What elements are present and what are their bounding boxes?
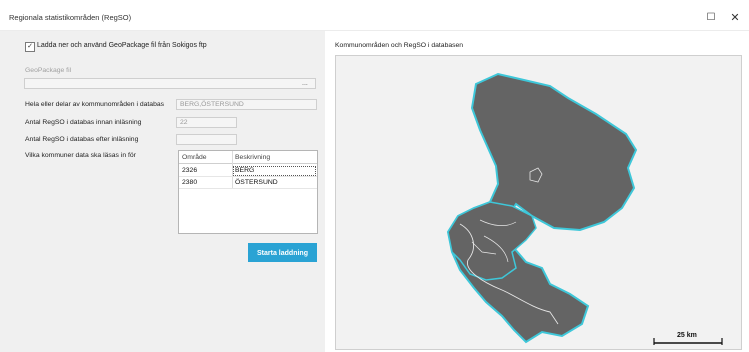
- grid-cell-kod[interactable]: 2326: [179, 165, 232, 177]
- map-title: Kommunområden och RegSO i databasen: [335, 42, 464, 49]
- start-loading-button[interactable]: Starta laddning: [248, 243, 317, 262]
- grid-cell-namn[interactable]: ÖSTERSUND: [232, 177, 317, 189]
- municipality-map: [446, 72, 723, 345]
- title-bar: Regionala statistikområden (RegSO) ☐ ✕: [0, 0, 749, 31]
- grid-cell-kod[interactable]: 2380: [179, 177, 232, 189]
- kommun-field: BERG,ÖSTERSUND: [176, 99, 317, 110]
- after-count-label: Antal RegSO i databas efter inläsning: [25, 136, 139, 143]
- geopackage-label: GeoPackage fil: [25, 67, 72, 74]
- grid-cell-namn[interactable]: BERG: [232, 165, 317, 177]
- ftp-checkbox-label[interactable]: Ladda ner och använd GeoPackage fil från…: [37, 42, 207, 49]
- maximize-icon[interactable]: ☐: [703, 9, 719, 25]
- close-icon[interactable]: ✕: [727, 9, 743, 25]
- kommun-label: Hela eller delar av kommunområden i data…: [25, 101, 165, 108]
- scale-label: 25 km: [677, 332, 697, 339]
- before-count-field: 22: [176, 117, 237, 128]
- kommun-grid[interactable]: Område Beskrivning 2326 BERG 2380 ÖSTERS…: [178, 150, 318, 234]
- column-header-omrade[interactable]: Område: [179, 151, 232, 164]
- geopackage-field: [24, 78, 316, 89]
- check-icon: ✓: [27, 43, 33, 50]
- browse-button[interactable]: ...: [302, 80, 308, 87]
- column-header-beskrivning[interactable]: Beskrivning: [232, 151, 317, 164]
- map-view[interactable]: [335, 55, 742, 350]
- ftp-checkbox[interactable]: ✓: [25, 42, 35, 52]
- before-count-label: Antal RegSO i databas innan inläsning: [25, 119, 142, 126]
- window-title: Regionala statistikområden (RegSO): [9, 13, 132, 22]
- after-count-field: [176, 134, 237, 145]
- grid-label: Vilka kommuner data ska läsas in för: [25, 152, 136, 159]
